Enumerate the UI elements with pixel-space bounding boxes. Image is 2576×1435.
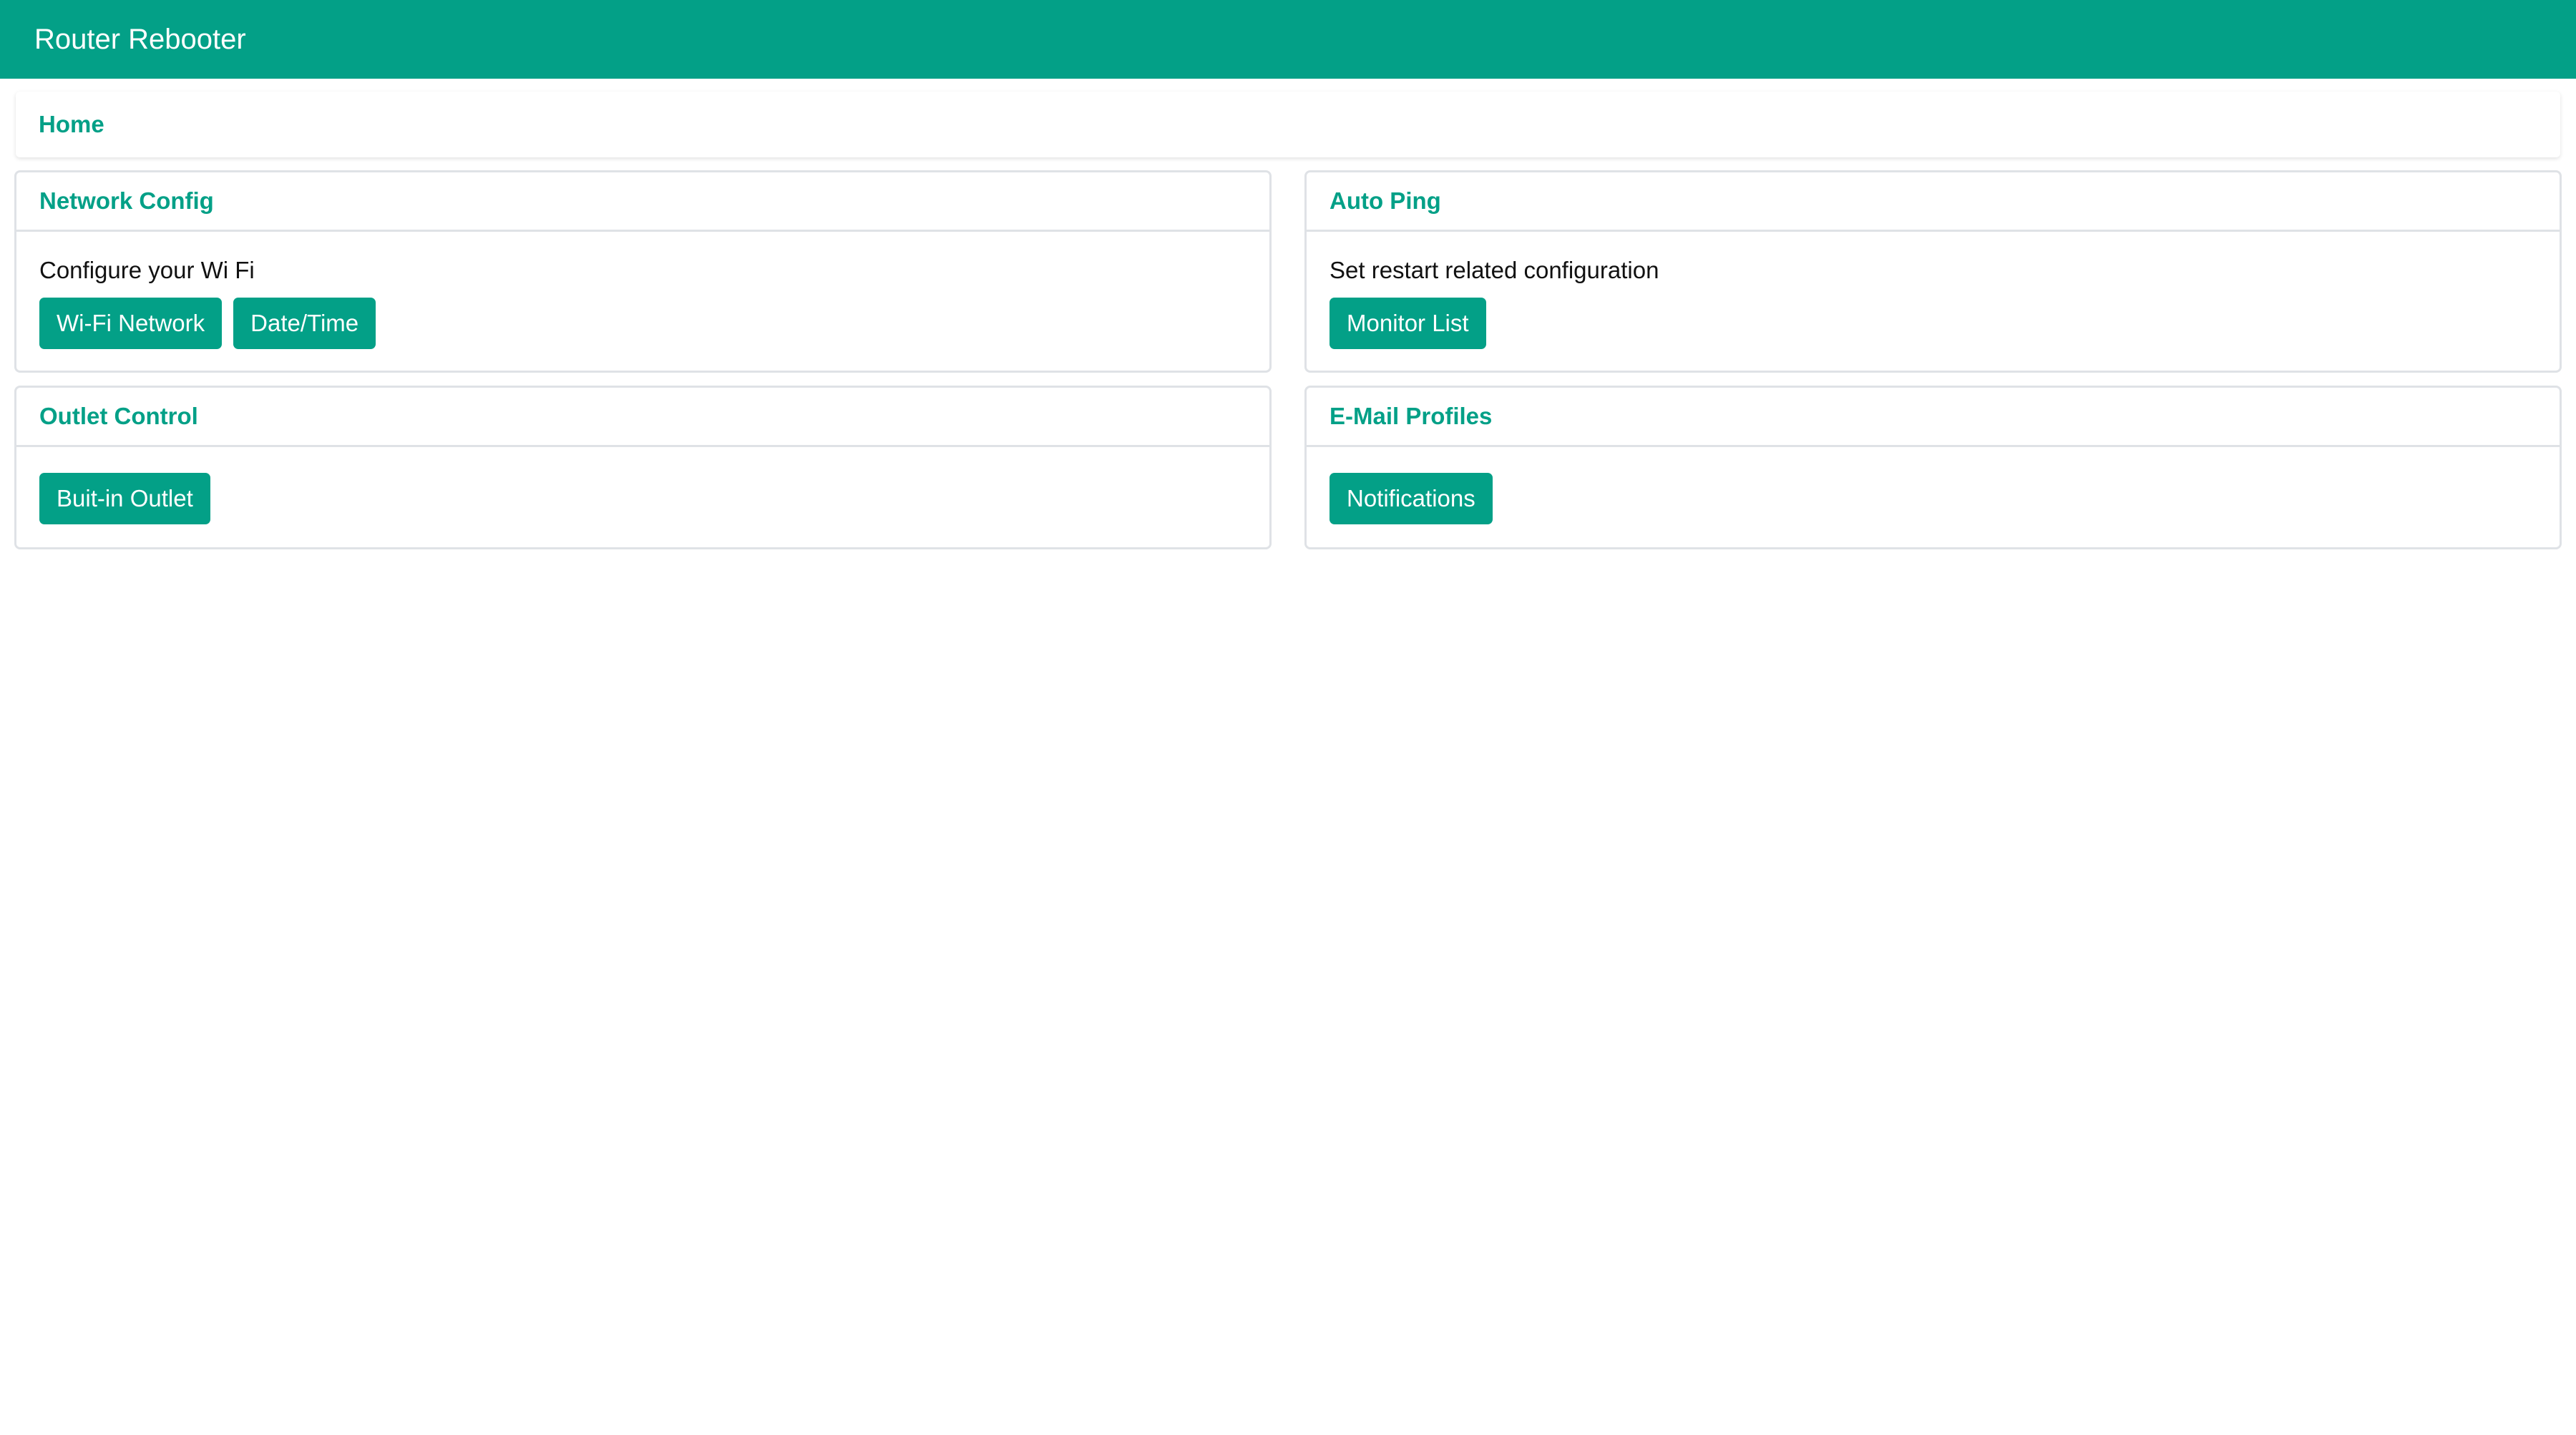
- card-title: Network Config: [39, 187, 214, 214]
- breadcrumb-home-link[interactable]: Home: [39, 111, 104, 138]
- card-header: Network Config: [16, 172, 1269, 232]
- date-time-button[interactable]: Date/Time: [233, 298, 376, 349]
- card-header: E-Mail Profiles: [1307, 388, 2560, 447]
- card-body: Notifications: [1307, 447, 2560, 547]
- card-title: E-Mail Profiles: [1330, 403, 1493, 429]
- email-profiles-card: E-Mail Profiles Notifications: [1304, 386, 2562, 549]
- built-in-outlet-button[interactable]: Buit-in Outlet: [39, 473, 210, 524]
- button-row: Monitor List: [1330, 298, 2537, 349]
- button-row: Buit-in Outlet: [39, 473, 1246, 524]
- top-navbar: Router Rebooter: [0, 0, 2576, 79]
- breadcrumb: Home: [16, 92, 2560, 157]
- card-body: Set restart related configuration Monito…: [1307, 232, 2560, 371]
- card-title: Outlet Control: [39, 403, 198, 429]
- card-body: Configure your Wi Fi Wi-Fi Network Date/…: [16, 232, 1269, 371]
- card-header: Outlet Control: [16, 388, 1269, 447]
- card-header: Auto Ping: [1307, 172, 2560, 232]
- card-body: Buit-in Outlet: [16, 447, 1269, 547]
- app-window: Router Rebooter Home Network Config Conf…: [0, 0, 2576, 1435]
- dashboard-grid: Network Config Configure your Wi Fi Wi-F…: [14, 170, 2562, 549]
- card-description: Set restart related configuration: [1330, 257, 1659, 283]
- notifications-button[interactable]: Notifications: [1330, 473, 1493, 524]
- card-description: Configure your Wi Fi: [39, 257, 255, 283]
- button-row: Notifications: [1330, 473, 2537, 524]
- network-config-card: Network Config Configure your Wi Fi Wi-F…: [14, 170, 1272, 373]
- outlet-control-card: Outlet Control Buit-in Outlet: [14, 386, 1272, 549]
- wifi-network-button[interactable]: Wi-Fi Network: [39, 298, 223, 349]
- monitor-list-button[interactable]: Monitor List: [1330, 298, 1486, 349]
- button-row: Wi-Fi Network Date/Time: [39, 298, 1246, 349]
- card-title: Auto Ping: [1330, 187, 1441, 214]
- app-title[interactable]: Router Rebooter: [34, 24, 246, 56]
- auto-ping-card: Auto Ping Set restart related configurat…: [1304, 170, 2562, 373]
